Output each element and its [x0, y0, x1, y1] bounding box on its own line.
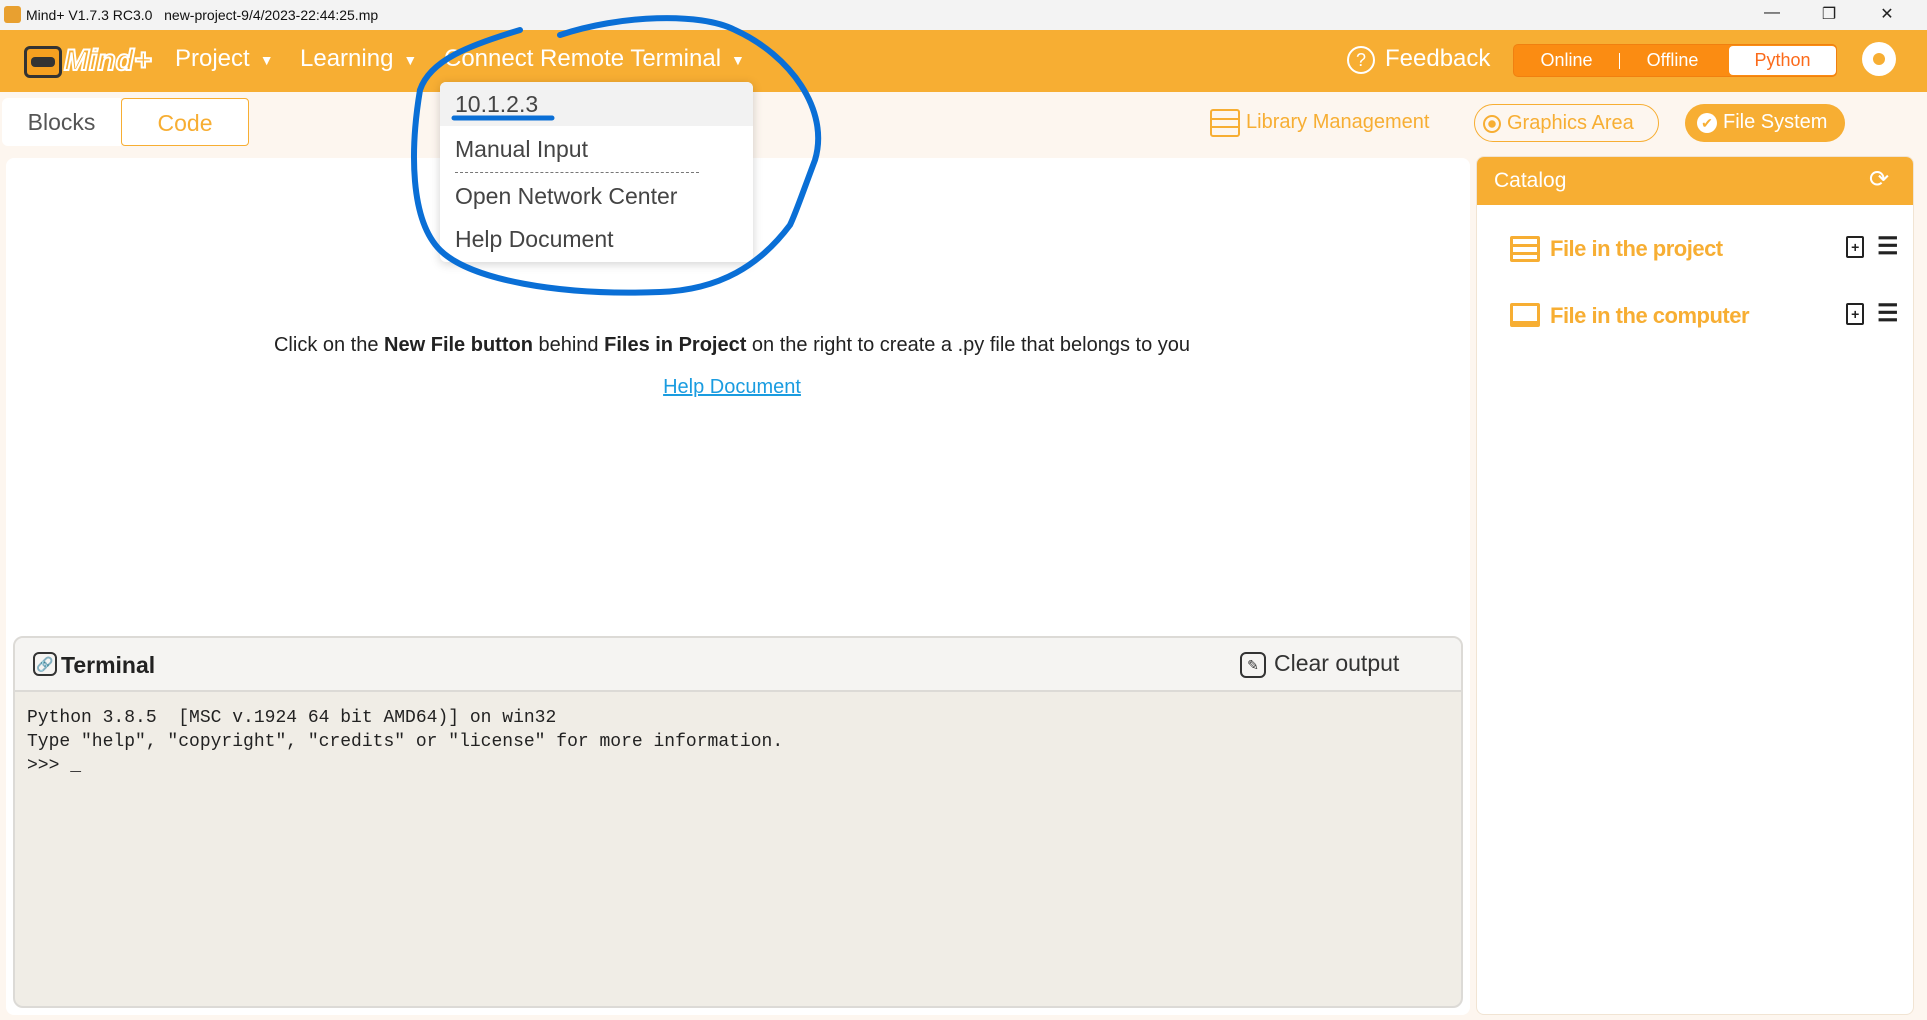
feedback-label: Feedback [1385, 45, 1491, 72]
hint-text: on the right to create a .py file that b… [746, 334, 1190, 356]
graphics-area-button[interactable]: Graphics Area [1474, 104, 1659, 142]
restore-button[interactable]: ❐ [1814, 4, 1844, 24]
mindplus-logo[interactable]: Mind+ [24, 40, 152, 82]
terminal-prompt: >>> _ [27, 756, 82, 776]
terminal-line: Python 3.8.5 [MSC v.1924 64 bit AMD64)] … [27, 708, 557, 728]
robot-icon [24, 46, 62, 78]
catalog-item-computer[interactable]: File in the computer + ☰ [1493, 297, 1903, 337]
link-icon: 🔗 [33, 652, 57, 676]
terminal-panel: 🔗 Terminal ✎ Clear output Python 3.8.5 [M… [13, 636, 1463, 1008]
close-button[interactable]: ✕ [1872, 4, 1902, 24]
hint-bold: New File button [384, 334, 533, 356]
menu-label: Connect Remote Terminal [444, 45, 722, 72]
hint-text: behind [532, 334, 605, 356]
chevron-down-icon: ▼ [259, 51, 274, 68]
menu-connect-remote-terminal[interactable]: Connect Remote Terminal ▼ [444, 45, 745, 73]
file-system-label: File System [1723, 111, 1828, 133]
help-document-link[interactable]: Help Document [6, 376, 1458, 399]
help-bubble-icon: ? [1347, 45, 1375, 74]
new-file-icon[interactable]: + [1846, 236, 1864, 258]
server-icon [1210, 108, 1240, 137]
title-bar: Mind+ V1.7.3 RC3.0 new-project-9/4/2023-… [0, 0, 1927, 30]
folder-list-icon [1510, 236, 1540, 262]
feedback-button[interactable]: ? Feedback [1347, 45, 1490, 74]
catalog-title: Catalog [1494, 169, 1567, 192]
menu-bar: Mind+ Project ▼ Learning ▼ Connect Remote … [0, 30, 1927, 92]
file-system-button[interactable]: ✔ File System [1685, 104, 1845, 142]
dropdown-item-manual-input[interactable]: Manual Input [440, 127, 753, 171]
empty-hint: Click on the New File button behind File… [6, 334, 1458, 357]
terminal-output[interactable]: Python 3.8.5 [MSC v.1924 64 bit AMD64)] … [27, 706, 783, 778]
brush-icon: ✎ [1240, 651, 1266, 678]
code-editor[interactable]: Click on the New File button behind File… [6, 158, 1470, 1015]
terminal-header: 🔗 Terminal ✎ Clear output [15, 638, 1461, 692]
clear-output-label: Clear output [1274, 650, 1400, 676]
menu-icon[interactable]: ☰ [1877, 299, 1899, 328]
catalog-header: Catalog ⟳ [1477, 157, 1913, 205]
app-icon [4, 6, 21, 23]
gear-icon[interactable] [1862, 42, 1896, 76]
tab-blocks[interactable]: Blocks [2, 98, 121, 146]
new-file-icon[interactable]: + [1846, 303, 1864, 325]
mode-switch: Online Offline Python [1513, 44, 1837, 77]
clear-output-button[interactable]: ✎ Clear output [1240, 650, 1399, 678]
dropdown-item-10-1-2-3[interactable]: 10.1.2.3 [440, 82, 753, 126]
check-circle-icon: ✔ [1697, 112, 1717, 133]
monitor-icon [1510, 303, 1540, 327]
connect-remote-dropdown: 10.1.2.3 Manual Input Open Network Cente… [440, 82, 753, 262]
menu-label: Learning [300, 45, 394, 72]
chevron-down-icon: ▼ [403, 51, 418, 68]
radio-icon [1483, 114, 1501, 133]
mode-online[interactable]: Online [1514, 45, 1619, 76]
catalog-item-label: File in the computer [1550, 303, 1750, 328]
graphics-label: Graphics Area [1507, 112, 1634, 134]
help-link-label[interactable]: Help Document [663, 376, 801, 398]
logo-text: Mind+ [63, 43, 152, 78]
dropdown-divider [455, 172, 699, 173]
terminal-line: Type "help", "copyright", "credits" or "… [27, 732, 784, 752]
menu-project[interactable]: Project ▼ [175, 45, 274, 73]
hint-bold: Files in Project [604, 334, 747, 356]
mode-offline[interactable]: Offline [1620, 45, 1725, 76]
refresh-icon[interactable]: ⟳ [1869, 165, 1889, 194]
mode-python[interactable]: Python [1729, 46, 1836, 75]
tab-code[interactable]: Code [121, 98, 249, 146]
minimize-button[interactable]: — [1757, 4, 1787, 22]
menu-icon[interactable]: ☰ [1877, 232, 1899, 261]
chevron-down-icon: ▼ [731, 51, 745, 68]
catalog-item-project[interactable]: File in the project + ☰ [1493, 230, 1903, 270]
catalog-panel: Catalog ⟳ File in the project + ☰ File i… [1476, 156, 1914, 1015]
window-title: Mind+ V1.7.3 RC3.0 new-project-9/4/2023-… [26, 7, 379, 23]
catalog-item-label: File in the project [1550, 236, 1723, 261]
library-label: Library Management [1246, 111, 1430, 133]
terminal-title: Terminal [61, 652, 156, 678]
toolbar: Blocks Code Library Management Graphics … [0, 92, 1927, 156]
library-management-button[interactable]: Library Management [1210, 104, 1429, 142]
hint-text: Click on the [273, 334, 385, 356]
dropdown-item-open-network-center[interactable]: Open Network Center [440, 174, 753, 218]
menu-learning[interactable]: Learning ▼ [300, 45, 417, 73]
dropdown-item-help-document[interactable]: Help Document [440, 217, 753, 261]
menu-label: Project [175, 45, 250, 72]
